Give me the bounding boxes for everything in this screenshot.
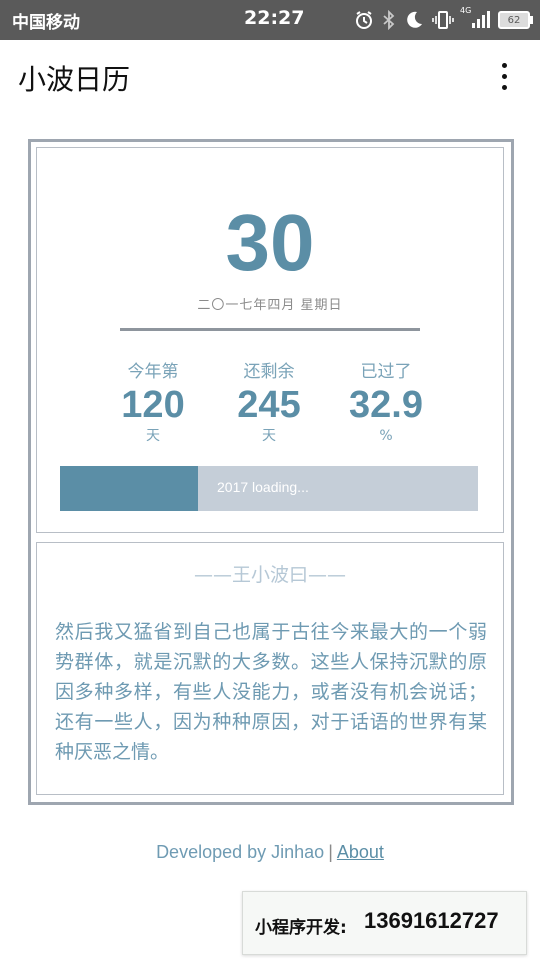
stat-day-of-year: 今年第 120 天: [93, 360, 213, 446]
promo-phone: 13691612727: [364, 908, 499, 933]
developer-credit: Developed by Jinhao: [156, 842, 325, 862]
more-vert-icon-dot: [501, 62, 507, 68]
stat-percent-passed: 已过了 32.9 %: [326, 360, 446, 446]
date-text: 二〇一七年四月 星期日: [197, 298, 343, 313]
stat-unit: 天: [146, 428, 160, 444]
bluetooth-icon: [382, 10, 396, 30]
carrier-name: 中国移动: [12, 13, 80, 33]
stat-label: 今年第: [127, 362, 179, 382]
about-link[interactable]: About: [337, 842, 384, 862]
promo-banner: 小程序开发: 13691612727: [242, 891, 527, 955]
battery-icon: 62: [498, 11, 533, 29]
moon-icon: [404, 10, 424, 30]
app-title: 小波日历: [18, 63, 131, 96]
day-number: 30: [225, 198, 315, 287]
year-progress-text: 2017 loading...: [217, 479, 309, 495]
year-progress-fill: [60, 466, 198, 511]
status-bar: 中国移动 22:27 4G 62: [0, 0, 540, 40]
promo-label: 小程序开发:: [255, 918, 347, 938]
more-vert-icon-dot: [501, 84, 507, 90]
signal-icon: 4G: [460, 6, 490, 30]
footer-separator: |: [328, 842, 333, 862]
quote-author: ——王小波曰——: [193, 564, 346, 586]
network-type: 4G: [460, 6, 472, 15]
status-time: 22:27: [244, 7, 305, 29]
vibrate-icon: [432, 10, 454, 30]
stat-label: 还剩余: [243, 362, 295, 382]
quote-text: 然后我又猛省到自己也属于古往今来最大的一个弱势群体，就是沉默的大多数。这些人保持…: [55, 621, 487, 763]
alarm-icon: [354, 10, 374, 30]
more-options-button[interactable]: [486, 58, 522, 94]
year-progress-bar: 2017 loading...: [60, 466, 478, 511]
status-icons: 4G 62: [354, 6, 533, 32]
stat-value: 120: [121, 384, 185, 426]
divider: [120, 328, 420, 331]
app-bar: 小波日历: [0, 40, 540, 112]
stat-unit: %: [379, 428, 393, 444]
more-vert-icon-dot: [501, 73, 507, 79]
stat-label: 已过了: [360, 362, 412, 382]
footer: Developed by Jinhao | About: [0, 842, 540, 863]
stat-value: 32.9: [349, 384, 423, 426]
stat-days-remaining: 还剩余 245 天: [209, 360, 329, 446]
stat-unit: 天: [262, 428, 276, 444]
stat-value: 245: [237, 384, 301, 426]
